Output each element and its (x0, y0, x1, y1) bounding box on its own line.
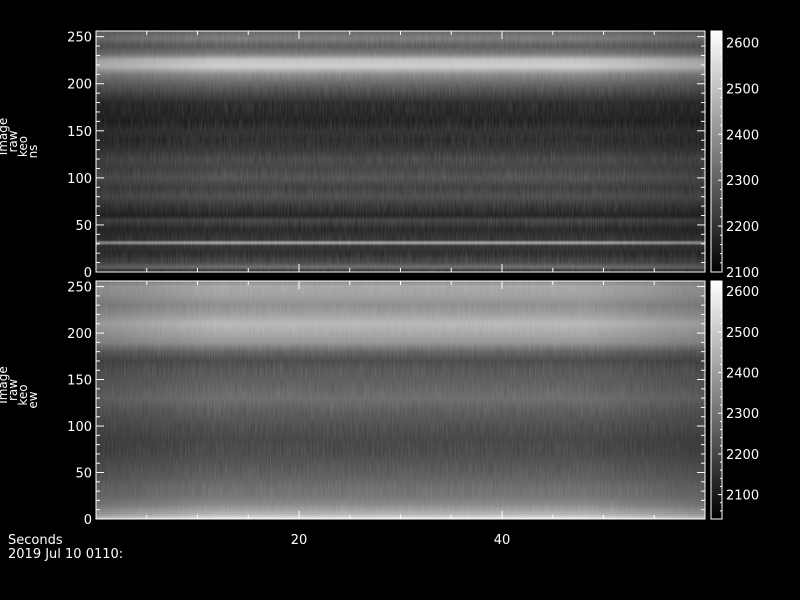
colorbar-tick-label: 2300 (726, 407, 759, 422)
colorbar-tick-label: 2500 (726, 326, 759, 341)
y-label-word: ns (26, 145, 40, 159)
panel-ew-colorbar (710, 280, 723, 520)
colorbar-tick-label: 2200 (726, 448, 759, 463)
y-tick-label: 150 (67, 125, 92, 140)
panel-ns-colorbar (710, 30, 723, 273)
colorbar-tick-label: 2600 (726, 285, 759, 300)
x-axis-label: Seconds (8, 533, 63, 548)
x-tick-label: 20 (291, 533, 308, 548)
panel-ew: 0 50 100 150 200 250 2100 2200 2300 2400 2500 2600 (67, 280, 759, 528)
y-tick-label: 100 (67, 420, 92, 435)
colorbar-tick-label: 2600 (726, 36, 759, 51)
panel-ns-vignette (96, 31, 705, 272)
y-tick-label: 200 (67, 327, 92, 342)
keogram-figure: 050100150200250 210022002300240025002600… (0, 30, 759, 562)
y-tick-label: 250 (67, 281, 92, 296)
colorbar-tick-label: 2400 (726, 367, 759, 382)
colorbar-tick-label: 2400 (726, 128, 759, 143)
y-label-word: ew (26, 391, 40, 408)
y-tick-label: 0 (84, 513, 92, 528)
y-tick-label: 0 (84, 266, 92, 281)
y-tick-label: 150 (67, 374, 92, 389)
panel-ew-vignette (96, 281, 705, 519)
y-tick-label: 250 (67, 31, 92, 46)
y-tick-label: 100 (67, 172, 92, 187)
colorbar-tick-label: 2100 (726, 266, 759, 281)
y-tick-label: 50 (75, 219, 92, 234)
colorbar-tick-label: 2200 (726, 220, 759, 235)
panel-ns: 0 50 100 150 200 250 2100 2200 2300 2400 2500 2600 (67, 30, 759, 281)
y-tick-label: 200 (67, 78, 92, 93)
y-tick-label: 50 (75, 467, 92, 482)
date-label: 2019 Jul 10 0110: (8, 547, 123, 562)
colorbar-tick-label: 2300 (726, 174, 759, 189)
colorbar-tick-label: 2100 (726, 489, 759, 504)
colorbar-tick-label: 2500 (726, 82, 759, 97)
x-tick-label: 40 (494, 533, 511, 548)
